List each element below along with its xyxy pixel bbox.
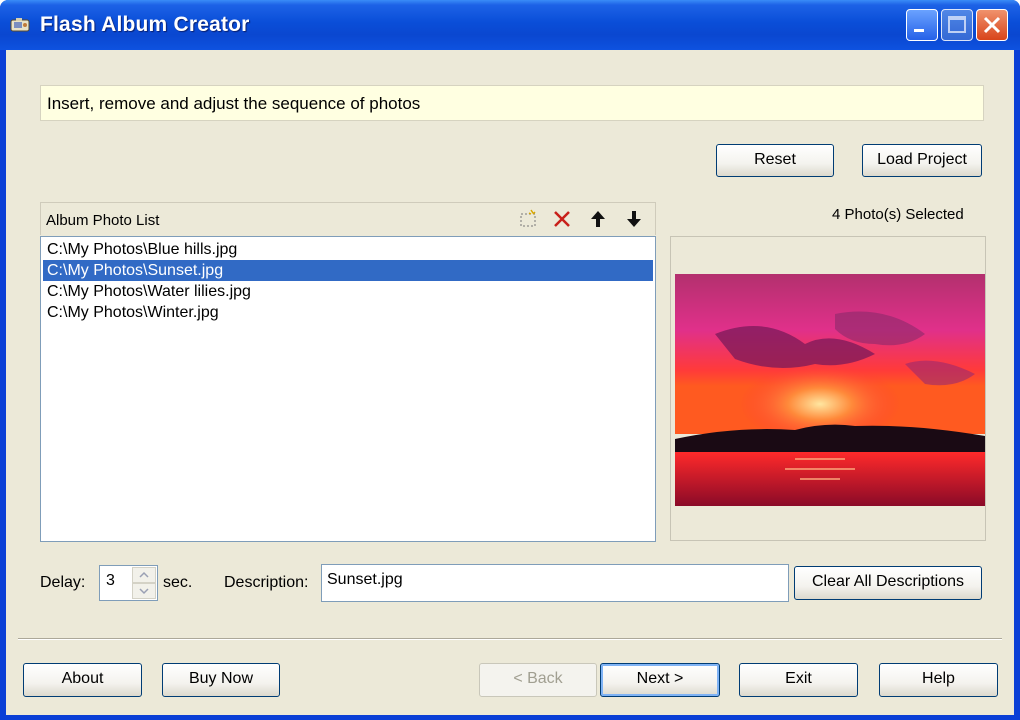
close-icon — [983, 16, 1001, 34]
description-value: Sunset.jpg — [327, 571, 403, 588]
list-item[interactable]: C:\My Photos\Winter.jpg — [43, 302, 653, 323]
buy-now-button[interactable]: Buy Now — [162, 663, 280, 697]
photo-list[interactable]: C:\My Photos\Blue hills.jpg C:\My Photos… — [40, 236, 656, 542]
delay-value: 3 — [106, 572, 115, 589]
add-photo-icon[interactable] — [517, 208, 539, 230]
delete-icon[interactable] — [551, 208, 573, 230]
album-app-icon — [10, 18, 30, 32]
dialog-body: Insert, remove and adjust the sequence o… — [6, 50, 1014, 715]
description-input[interactable]: Sunset.jpg — [321, 564, 789, 602]
description-label: Description: — [224, 574, 309, 591]
instruction-text: Insert, remove and adjust the sequence o… — [47, 94, 421, 113]
help-button[interactable]: Help — [879, 663, 998, 697]
reset-button[interactable]: Reset — [716, 144, 834, 177]
load-project-button[interactable]: Load Project — [862, 144, 982, 177]
move-up-icon[interactable] — [587, 208, 609, 230]
list-item[interactable]: C:\My Photos\Blue hills.jpg — [43, 239, 653, 260]
list-item-selected[interactable]: C:\My Photos\Sunset.jpg — [43, 260, 653, 281]
instruction-banner: Insert, remove and adjust the sequence o… — [40, 85, 984, 121]
delay-stepper[interactable]: 3 — [99, 565, 158, 601]
app-window: Flash Album Creator Insert, remove and a… — [0, 0, 1020, 720]
photo-list-title: Album Photo List — [46, 212, 160, 229]
list-item[interactable]: C:\My Photos\Water lilies.jpg — [43, 281, 653, 302]
move-down-icon[interactable] — [623, 208, 645, 230]
delay-label: Delay: — [40, 574, 86, 591]
window-title: Flash Album Creator — [40, 13, 250, 36]
exit-button[interactable]: Exit — [739, 663, 858, 697]
delay-unit-label: sec. — [163, 574, 193, 591]
minimize-icon — [914, 29, 924, 32]
sunset-preview-image — [675, 274, 985, 506]
chevron-down-icon — [139, 588, 149, 595]
next-button[interactable]: Next > — [600, 663, 720, 697]
title-bar[interactable]: Flash Album Creator — [0, 0, 1020, 50]
clear-all-descriptions-button[interactable]: Clear All Descriptions — [794, 566, 982, 600]
minimize-button[interactable] — [906, 9, 938, 41]
maximize-icon — [948, 16, 966, 33]
chevron-up-icon — [139, 571, 149, 578]
photo-preview-frame — [670, 236, 986, 541]
delay-increment-button[interactable] — [132, 567, 156, 583]
delay-decrement-button[interactable] — [132, 583, 156, 599]
about-button[interactable]: About — [23, 663, 142, 697]
back-button[interactable]: < Back — [479, 663, 597, 697]
close-button[interactable] — [976, 9, 1008, 41]
maximize-button[interactable] — [941, 9, 973, 41]
photo-list-header: Album Photo List — [40, 202, 656, 235]
selected-count-label: 4 Photo(s) Selected — [832, 206, 964, 223]
footer-separator — [18, 638, 1002, 640]
